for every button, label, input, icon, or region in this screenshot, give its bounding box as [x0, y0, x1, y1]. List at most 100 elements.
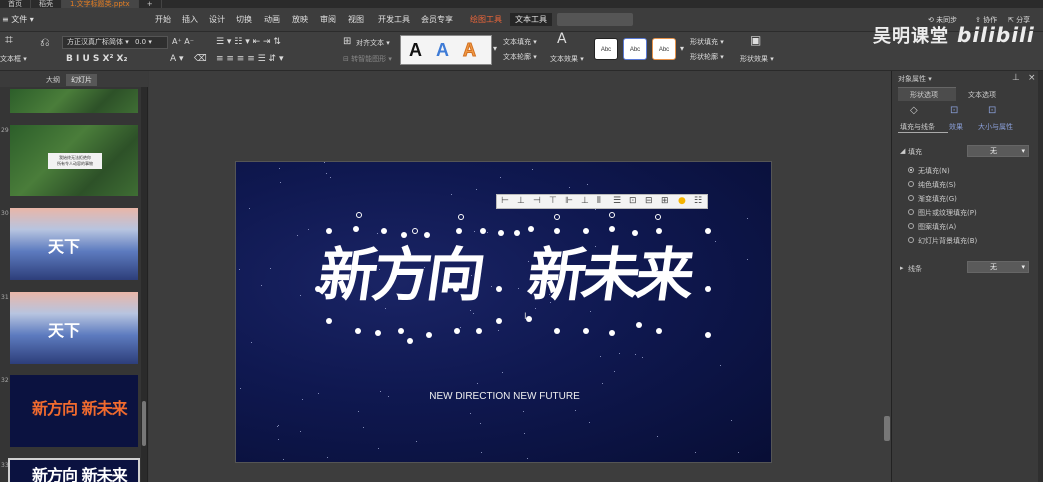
- resize-handle[interactable]: [656, 228, 662, 234]
- resize-handle[interactable]: [375, 330, 381, 336]
- menu-view[interactable]: 视图: [348, 14, 364, 25]
- shape-style-3[interactable]: Abc: [652, 38, 676, 60]
- menu-transition[interactable]: 切换: [236, 14, 252, 25]
- resize-handle[interactable]: [705, 332, 711, 338]
- slide-thumbnail-32[interactable]: 新方向 新未来: [10, 375, 138, 447]
- menu-start[interactable]: 开始: [155, 14, 171, 25]
- tab-home[interactable]: 首页: [0, 0, 31, 8]
- shape-fill-button[interactable]: 形状填充 ▾: [690, 37, 724, 47]
- resize-handle[interactable]: [355, 328, 361, 334]
- current-slide[interactable]: 新方向 新未来 NEW DIRECTION NEW FUTURE ⊢ ⊥ ⊣ ⊤…: [235, 161, 772, 463]
- shape-effect-icon[interactable]: ▣: [750, 34, 761, 46]
- size-icon[interactable]: ⊡: [988, 105, 996, 116]
- distribute-v-icon[interactable]: ☰: [613, 195, 621, 208]
- list-icon[interactable]: ☷: [694, 195, 702, 208]
- slide-thumbnail-28[interactable]: [10, 89, 138, 113]
- align-text-button[interactable]: 对齐文本 ▾: [356, 38, 390, 48]
- option-solid-fill[interactable]: 纯色填充(S): [918, 180, 956, 190]
- tab-document[interactable]: 1.文字标题类.pptx: [62, 0, 139, 8]
- tab-shape-options[interactable]: 形状选项: [910, 90, 938, 100]
- textbox-label[interactable]: 文本框 ▾: [0, 54, 27, 64]
- font-color-icon[interactable]: A ▾: [170, 54, 184, 64]
- align-center-icon[interactable]: ⊥: [517, 195, 525, 208]
- radio-picture-fill[interactable]: [908, 209, 914, 215]
- resize-handle[interactable]: [381, 228, 387, 234]
- new-tab-button[interactable]: +: [139, 0, 162, 8]
- menu-member[interactable]: 会员专享: [421, 14, 453, 25]
- bulb-icon[interactable]: ●: [678, 195, 686, 208]
- resize-handle[interactable]: [583, 328, 589, 334]
- effect-icon[interactable]: ⊡: [950, 105, 958, 116]
- resize-handle[interactable]: [498, 230, 504, 236]
- rotate-handle[interactable]: [554, 214, 560, 220]
- option-background-fill[interactable]: 幻灯片背景填充(B): [918, 236, 977, 246]
- font-name-select[interactable]: 方正汉真广标简体 ▾: [62, 36, 168, 49]
- text-effect-button[interactable]: 文本效果 ▾: [550, 54, 584, 64]
- convert-smartart-button[interactable]: ⊟ 转智能图形 ▾: [343, 54, 392, 64]
- font-size-select[interactable]: 0.0 ▾: [135, 38, 152, 46]
- subtab-fill-line[interactable]: 填充与线条: [900, 122, 935, 132]
- tab-text-options[interactable]: 文本选项: [968, 90, 996, 100]
- radio-background-fill[interactable]: [908, 237, 914, 243]
- resize-handle[interactable]: [401, 232, 407, 238]
- tab-slides[interactable]: 幻灯片: [66, 74, 97, 86]
- tab-docer[interactable]: 稻壳: [31, 0, 62, 8]
- resize-handle[interactable]: [609, 226, 615, 232]
- resize-handle[interactable]: [454, 328, 460, 334]
- fill-line-icon[interactable]: ◇: [910, 105, 918, 116]
- menu-insert[interactable]: 插入: [182, 14, 198, 25]
- distribute-h-icon[interactable]: ⫴: [597, 195, 601, 208]
- resize-handle[interactable]: [632, 230, 638, 236]
- resize-handle[interactable]: [426, 332, 432, 338]
- style-black-a[interactable]: A: [409, 40, 422, 61]
- menu-animation[interactable]: 动画: [264, 14, 280, 25]
- resize-handle[interactable]: [315, 286, 321, 292]
- clear-format-icon[interactable]: ⎌: [40, 36, 50, 48]
- style-blue-a[interactable]: A: [436, 40, 449, 61]
- radio-no-fill[interactable]: [908, 167, 914, 173]
- resize-handle[interactable]: [583, 228, 589, 234]
- textbox-icon[interactable]: ⌗: [5, 33, 13, 47]
- shape-style-2[interactable]: Abc: [623, 38, 647, 60]
- menu-text-tools[interactable]: 文本工具: [510, 13, 552, 26]
- resize-handle[interactable]: [326, 228, 332, 234]
- rotate-handle[interactable]: [356, 212, 362, 218]
- resize-handle[interactable]: [353, 226, 359, 232]
- radio-pattern-fill[interactable]: [908, 223, 914, 229]
- resize-handle[interactable]: [407, 338, 413, 344]
- resize-handle[interactable]: [326, 318, 332, 324]
- resize-handle[interactable]: [636, 322, 642, 328]
- slide-title-left[interactable]: 新方向: [314, 228, 488, 312]
- slide-title-right[interactable]: 新未来: [523, 228, 697, 312]
- align-left-icon[interactable]: ⊢: [501, 195, 509, 208]
- slide-thumbnail-33[interactable]: 新方向 新未来: [8, 458, 140, 482]
- canvas-scroll-thumb[interactable]: [884, 416, 890, 441]
- resize-handle[interactable]: [528, 226, 534, 232]
- style-more-icon[interactable]: ▾: [493, 44, 497, 54]
- shape-style-1[interactable]: Abc: [594, 38, 618, 60]
- slide-subtitle[interactable]: NEW DIRECTION NEW FUTURE: [236, 391, 771, 402]
- style-orange-a[interactable]: A: [463, 40, 477, 61]
- option-no-fill[interactable]: 无填充(N): [918, 166, 950, 176]
- shape-style-more-icon[interactable]: ▾: [680, 44, 684, 54]
- text-effect-icon[interactable]: A: [557, 32, 567, 46]
- radio-gradient-fill[interactable]: [908, 195, 914, 201]
- fill-section-arrow[interactable]: ◢: [900, 147, 905, 155]
- option-pattern-fill[interactable]: 图案填充(A): [918, 222, 956, 232]
- align-right-icon[interactable]: ⊣: [533, 195, 541, 208]
- align-bottom-icon[interactable]: ⊥: [581, 195, 589, 208]
- menu-drawing-tools[interactable]: 绘图工具: [470, 14, 502, 25]
- thumbnail-scroll-thumb[interactable]: [142, 401, 146, 446]
- line-section-arrow[interactable]: ▸: [900, 264, 904, 272]
- slide-thumbnail-31[interactable]: 天下: [10, 292, 138, 364]
- more-icon[interactable]: ⊞: [661, 195, 669, 208]
- pin-icon[interactable]: ⊥: [1012, 73, 1020, 83]
- search-box[interactable]: [557, 13, 633, 26]
- properties-title[interactable]: 对象属性 ▾: [898, 74, 932, 84]
- resize-handle[interactable]: [453, 286, 459, 292]
- shape-effect-button[interactable]: 形状效果 ▾: [740, 54, 774, 64]
- menu-slideshow[interactable]: 放映: [292, 14, 308, 25]
- slide-thumbnail-30[interactable]: 天下: [10, 208, 138, 280]
- resize-handle[interactable]: [554, 328, 560, 334]
- resize-handle[interactable]: [656, 328, 662, 334]
